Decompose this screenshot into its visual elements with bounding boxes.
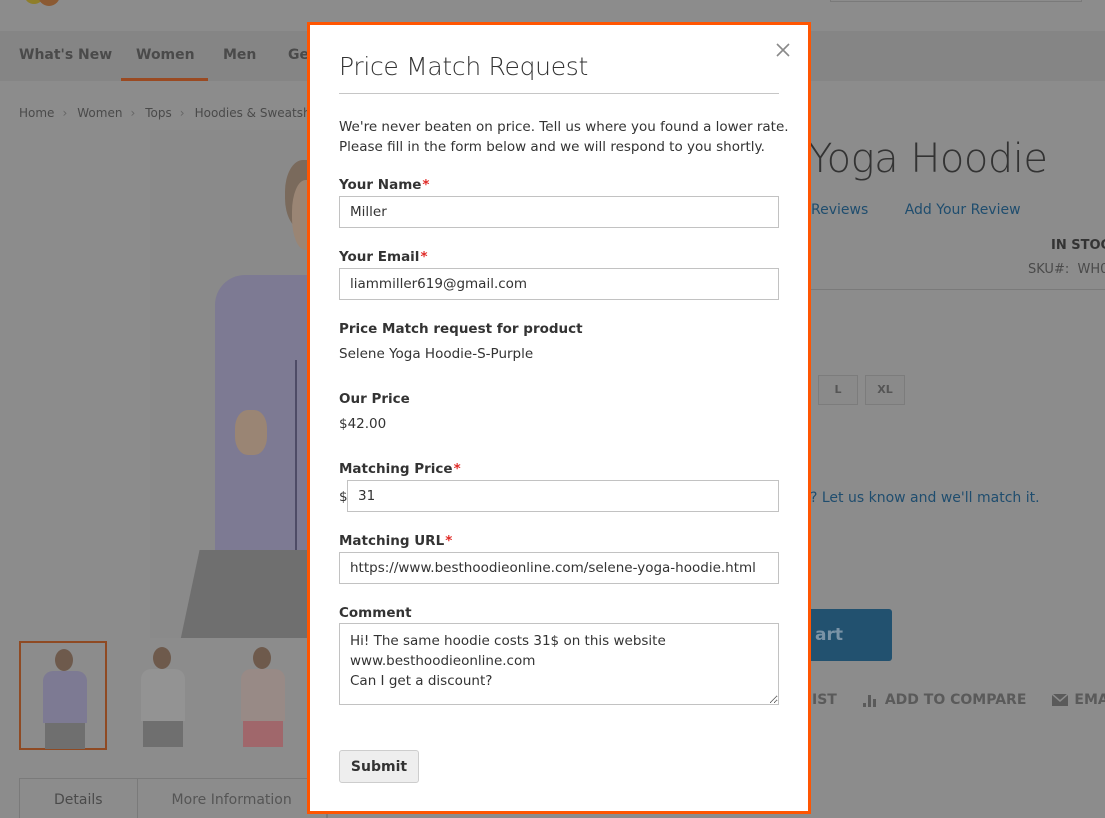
model-hand	[235, 410, 267, 455]
submit-button[interactable]: Submit	[339, 750, 419, 783]
divider	[810, 289, 1105, 290]
thumbnail-white-front[interactable]	[119, 641, 207, 750]
thumb-pants	[143, 721, 183, 747]
breadcrumb-tops[interactable]: Tops	[145, 106, 172, 120]
our-price-value: $42.00	[339, 416, 387, 432]
add-to-wishlist-link[interactable]: IST	[812, 692, 837, 708]
thumb-hoodie	[241, 669, 285, 721]
close-x-glyph	[776, 43, 790, 57]
intro-line-1: We're never beaten on price. Tell us whe…	[339, 119, 789, 135]
breadcrumb-women[interactable]: Women	[77, 106, 122, 120]
breadcrumb-separator-icon: ›	[62, 106, 68, 120]
product-actions: IST ADD TO COMPARE EMAIL	[812, 692, 1105, 708]
reviews-links: Reviews Add Your Review	[811, 202, 1053, 218]
product-title: Yoga Hoodie	[808, 136, 1048, 182]
logo-circle-orange	[38, 0, 60, 6]
stock-status: IN STOCK	[1051, 238, 1105, 253]
store-logo[interactable]	[18, 0, 66, 6]
add-review-link[interactable]: Add Your Review	[905, 202, 1021, 218]
breadcrumb-separator-icon: ›	[179, 106, 185, 120]
email-label-text: Your Email	[339, 249, 420, 265]
product-label: Price Match request for product	[339, 321, 583, 337]
thumb-hoodie	[141, 669, 185, 721]
close-icon[interactable]	[773, 42, 793, 62]
breadcrumb: Home › Women › Tops › Hoodies & Sweatshi…	[19, 106, 338, 120]
email-input[interactable]	[339, 268, 779, 300]
envelope-icon	[1052, 694, 1069, 706]
product-thumbnails	[19, 641, 307, 750]
title-divider	[339, 93, 779, 94]
product-value: Selene Yoga Hoodie-S-Purple	[339, 346, 534, 362]
reviews-link[interactable]: Reviews	[811, 202, 868, 218]
required-marker: *	[453, 461, 461, 477]
email-friend-link[interactable]: EMAIL	[1052, 692, 1105, 708]
name-label: Your Name*	[339, 177, 429, 193]
thumb-pants	[243, 721, 283, 747]
nav-item-whats-new[interactable]: What's New	[19, 31, 112, 81]
tab-more-information[interactable]: More Information	[138, 779, 327, 818]
matching-price-input[interactable]	[347, 480, 779, 512]
thumb-head	[55, 649, 73, 671]
sku-value: WH0	[1077, 262, 1105, 277]
thumb-head	[253, 647, 271, 669]
intro-line-2: Please fill in the form below and we wil…	[339, 139, 765, 155]
sku-label: SKU#:	[1028, 262, 1070, 277]
breadcrumb-home[interactable]: Home	[19, 106, 54, 120]
size-option-xl[interactable]: XL	[865, 375, 905, 405]
comment-textarea[interactable]: Hi! The same hoodie costs 31$ on this we…	[339, 623, 779, 705]
wishlist-label: IST	[812, 692, 837, 708]
required-marker: *	[445, 533, 453, 549]
our-price-label: Our Price	[339, 391, 410, 407]
size-option-l[interactable]: L	[818, 375, 858, 405]
thumb-pants	[45, 723, 85, 749]
price-match-link[interactable]: ? Let us know and we'll match it.	[810, 490, 1040, 506]
compare-label: ADD TO COMPARE	[884, 692, 1027, 708]
product-sku: SKU#: WH0	[1028, 262, 1105, 277]
model-pants	[180, 550, 315, 638]
product-info-tabs: Details More Information	[19, 778, 328, 818]
comment-label: Comment	[339, 605, 412, 621]
required-marker: *	[420, 249, 428, 265]
thumb-head	[153, 647, 171, 669]
modal-intro: We're never beaten on price. Tell us whe…	[339, 117, 789, 157]
add-to-compare-link[interactable]: ADD TO COMPARE	[862, 692, 1027, 708]
breadcrumb-separator-icon: ›	[130, 106, 136, 120]
email-label: Your Email*	[339, 249, 428, 265]
nav-item-women[interactable]: Women	[121, 31, 208, 81]
thumbnail-pink-back[interactable]	[219, 641, 307, 750]
bar-chart-icon	[862, 695, 876, 707]
matching-url-input[interactable]	[339, 552, 779, 584]
tab-details[interactable]: Details	[20, 779, 138, 818]
matching-url-label-text: Matching URL	[339, 533, 445, 549]
thumb-hoodie	[43, 671, 87, 723]
matching-url-label: Matching URL*	[339, 533, 452, 549]
search-input[interactable]	[830, 0, 1082, 2]
matching-price-label-text: Matching Price	[339, 461, 453, 477]
thumbnail-purple-front[interactable]	[19, 641, 107, 750]
price-match-modal: Price Match Request We're never beaten o…	[307, 22, 811, 814]
product-main-image[interactable]	[150, 130, 315, 638]
email-label: EMAIL	[1074, 692, 1105, 708]
hoodie-zipper	[295, 360, 297, 550]
required-marker: *	[422, 177, 430, 193]
matching-price-label: Matching Price*	[339, 461, 461, 477]
modal-title: Price Match Request	[339, 52, 589, 81]
nav-item-men[interactable]: Men	[223, 31, 256, 81]
name-label-text: Your Name	[339, 177, 422, 193]
name-input[interactable]	[339, 196, 779, 228]
